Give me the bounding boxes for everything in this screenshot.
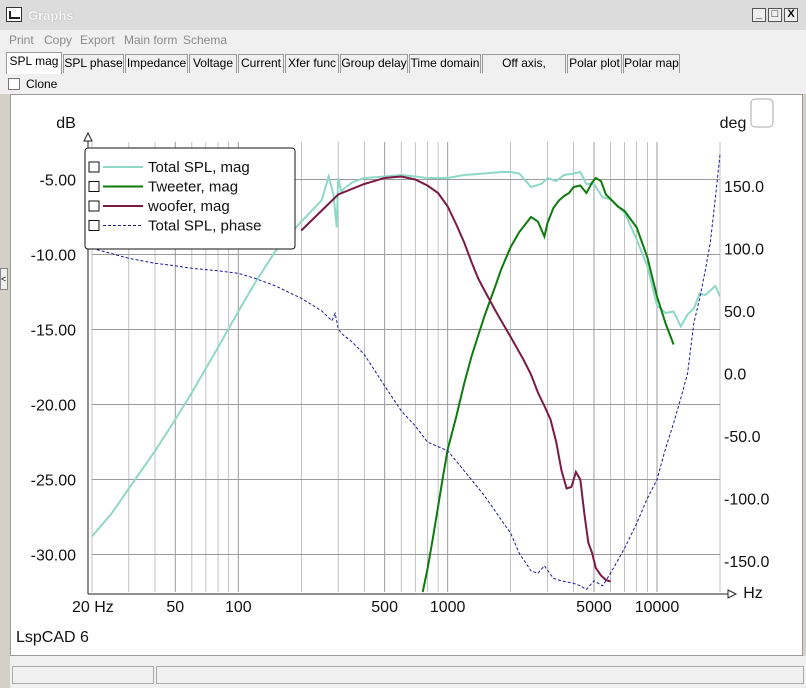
legend-label-0: Total SPL, mag (148, 159, 250, 176)
x-tick: 1000 (430, 599, 466, 616)
minimize-button[interactable]: _ (752, 8, 766, 22)
window-title: Graphs (28, 8, 74, 23)
menu-bar: Print Copy Export Main form Schema (0, 30, 806, 52)
y-tick-right: -50.0 (724, 429, 761, 446)
y-tick-right: 0.0 (724, 366, 746, 383)
x-tick: 20 Hz (72, 599, 114, 616)
tab-spl-mag[interactable]: SPL mag (6, 52, 62, 74)
menu-main-form[interactable]: Main form (124, 33, 177, 47)
tab-polar-map[interactable]: Polar map (623, 54, 680, 73)
legend-checkbox-1[interactable] (88, 181, 100, 192)
x-tick: 500 (371, 599, 398, 616)
tab-current[interactable]: Current (238, 54, 284, 73)
status-pane-2 (156, 666, 804, 684)
legend-checkbox-0[interactable] (88, 161, 100, 173)
y-axis-label-right: deg (720, 115, 747, 132)
tab-off-axis-overlay[interactable]: Off axis, overlay (482, 54, 566, 87)
tab-group-delay[interactable]: Group delay (340, 54, 408, 73)
footer-label: LspCAD 6 (16, 629, 89, 646)
tab-spl-phase[interactable]: SPL phase (63, 54, 124, 73)
y-tick-right: 100.0 (724, 241, 764, 258)
y-tick-left: -20.00 (31, 398, 76, 415)
x-axis-arrow-icon (727, 589, 738, 599)
menu-copy[interactable]: Copy (44, 33, 72, 47)
x-tick: 50 (166, 599, 184, 616)
window-titlebar: Graphs _ □ X (0, 0, 806, 31)
y-tick-left: -15.00 (31, 323, 76, 340)
legend-label-2: woofer, mag (147, 198, 230, 215)
y-tick-left: -5.00 (40, 173, 77, 190)
overlay-button[interactable] (750, 98, 774, 128)
y-tick-left: -25.00 (31, 473, 76, 490)
legend-label-1: Tweeter, mag (148, 179, 238, 196)
menu-export[interactable]: Export (80, 33, 115, 47)
maximize-button[interactable]: □ (768, 8, 782, 22)
clone-checkbox[interactable] (8, 78, 20, 90)
y-tick-right: -100.0 (724, 491, 769, 508)
x-tick: 5000 (576, 599, 612, 616)
y-tick-right: 50.0 (724, 304, 755, 321)
x-tick: 100 (225, 599, 252, 616)
status-pane-1 (12, 666, 154, 684)
legend-checkbox-3[interactable] (88, 220, 100, 231)
status-bar (10, 656, 806, 688)
left-splitter[interactable]: < (0, 94, 10, 654)
legend-checkbox-2[interactable] (88, 200, 100, 212)
tab-xfer-func[interactable]: Xfer func (285, 54, 339, 73)
graph-app-icon (6, 7, 22, 22)
tab-impedance[interactable]: Impedance (125, 54, 188, 73)
y-tick-left: -30.00 (31, 548, 76, 565)
chart-legend: Total SPL, mag Tweeter, mag woofer, mag Tot… (84, 147, 296, 250)
tab-polar-plot[interactable]: Polar plot (567, 54, 622, 73)
tab-bar: SPL mag SPL phase Impedance Voltage Curr… (0, 52, 806, 87)
menu-print[interactable]: Print (9, 33, 34, 47)
y-tick-left: -10.00 (31, 248, 76, 265)
series-line-2 (300, 175, 611, 583)
tab-voltage[interactable]: Voltage (189, 54, 237, 73)
spl-chart: dB deg Hz -5.00 -10.00 -15.00 -20.00 -25.00 -30.… (16, 98, 774, 646)
y-axis-label-left: dB (56, 115, 76, 132)
legend-label-3: Total SPL, phase (148, 218, 261, 235)
x-axis-label: Hz (743, 585, 763, 602)
y-tick-right: -150.0 (724, 554, 769, 571)
tab-time-domain[interactable]: Time domain (409, 54, 481, 73)
close-button[interactable]: X (784, 8, 798, 22)
graph-panel: dB deg Hz -5.00 -10.00 -15.00 -20.00 -25.00 -30.… (10, 94, 803, 656)
option-bar: Clone (0, 74, 806, 94)
menu-schema[interactable]: Schema (183, 33, 227, 47)
collapse-arrow-icon[interactable]: < (0, 268, 8, 290)
y-tick-right: 150.0 (724, 179, 764, 196)
clone-label: Clone (26, 77, 58, 91)
x-tick: 10000 (635, 599, 680, 616)
y-axis-arrow-icon (83, 131, 93, 142)
